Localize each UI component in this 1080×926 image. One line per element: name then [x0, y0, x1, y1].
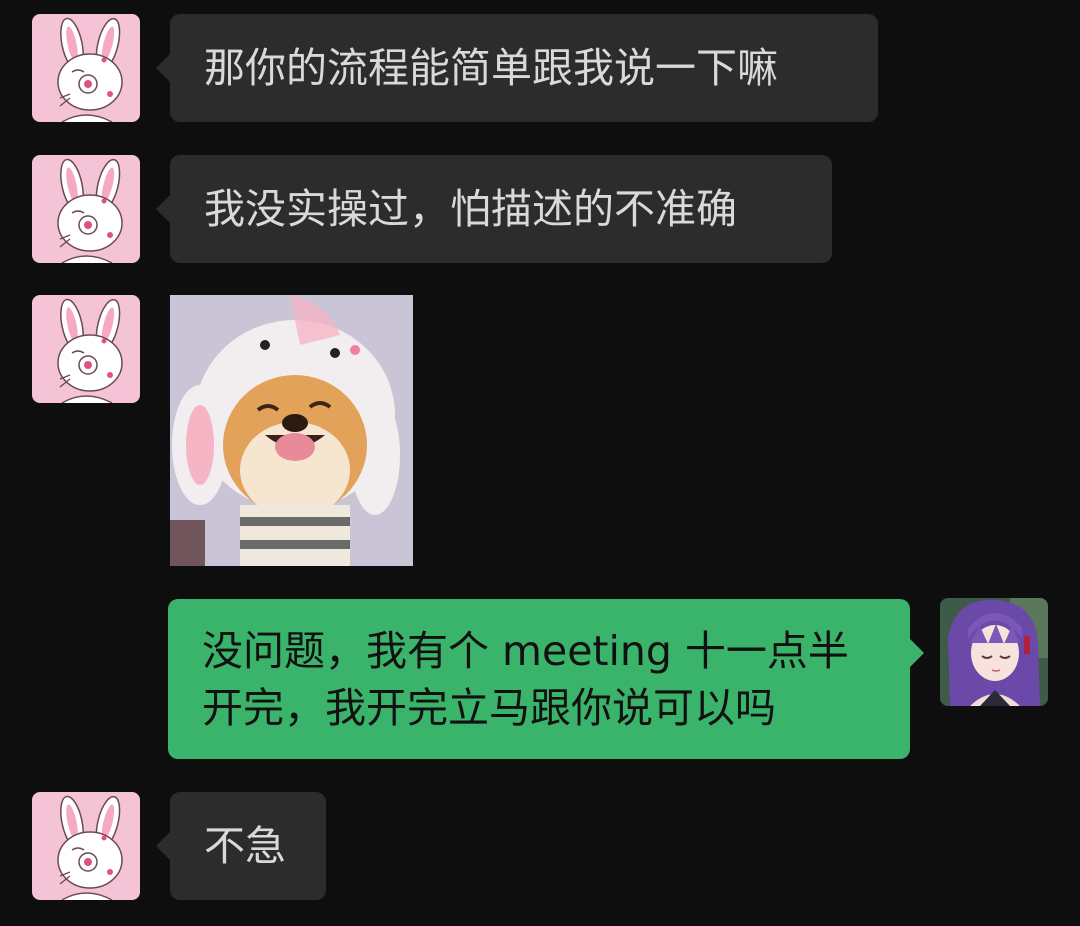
pink-rabbit-avatar[interactable]	[32, 792, 140, 900]
message-bubble-outgoing[interactable]: 没问题，我有个 meeting 十一点半 开完，我开完立马跟你说可以吗	[168, 599, 924, 759]
rabbit-avatar-icon	[32, 155, 140, 263]
anime-girl-avatar-icon	[940, 598, 1048, 706]
rabbit-avatar-icon	[32, 14, 140, 122]
message-bubble-incoming[interactable]: 不急	[156, 792, 326, 900]
shiba-sticker-image	[170, 295, 413, 566]
chat-conversation[interactable]: 那你的流程能简单跟我说一下嘛 我没实操过，怕描述的不准确 没问题，我有个 mee…	[0, 0, 1080, 926]
message-bubble-incoming[interactable]: 那你的流程能简单跟我说一下嘛	[156, 14, 878, 122]
shiba-dog-in-bunny-hood-sticker[interactable]	[170, 295, 413, 566]
pink-rabbit-avatar[interactable]	[32, 155, 140, 263]
message-text: 我没实操过，怕描述的不准确	[204, 185, 737, 233]
message-text: 不急	[204, 822, 286, 870]
message-text: 那你的流程能简单跟我说一下嘛	[204, 44, 778, 92]
pink-rabbit-avatar[interactable]	[32, 14, 140, 122]
rabbit-avatar-icon	[32, 295, 140, 403]
rabbit-avatar-icon	[32, 792, 140, 900]
purple-haired-anime-girl-avatar[interactable]	[940, 598, 1048, 706]
message-text-line: 开完，我开完立马跟你说可以吗	[202, 684, 776, 732]
message-text-line: 没问题，我有个 meeting 十一点半	[202, 627, 849, 675]
message-bubble-incoming[interactable]: 我没实操过，怕描述的不准确	[156, 155, 832, 263]
pink-rabbit-avatar[interactable]	[32, 295, 140, 403]
